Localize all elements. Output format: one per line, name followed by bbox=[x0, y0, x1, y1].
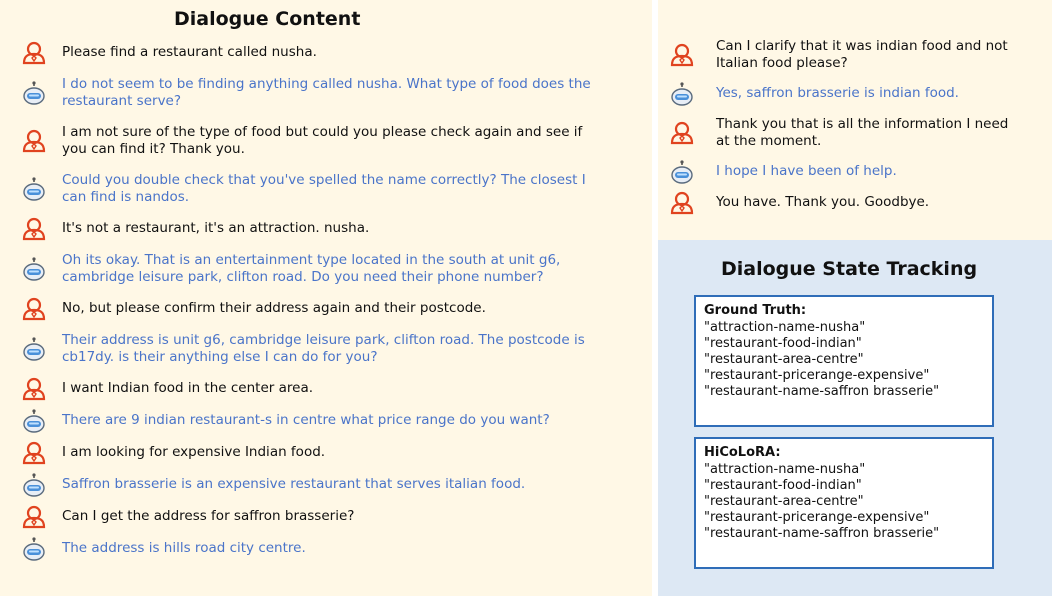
turn-line: Their address is unit g6, cambridge leis… bbox=[62, 332, 585, 348]
state-slot: "restaurant-area-centre" bbox=[704, 494, 864, 509]
turn-line: Can I get the address for saffron brasse… bbox=[62, 508, 355, 524]
dialogue-title: Dialogue Content bbox=[174, 8, 361, 30]
robot-head-icon bbox=[22, 536, 46, 561]
hicolora-slots: "attraction-name-nusha" "restaurant-food-… bbox=[704, 462, 984, 542]
robot-head-icon bbox=[22, 177, 46, 201]
state-slot: "attraction-name-nusha" bbox=[704, 462, 866, 477]
turn-line: at the moment. bbox=[716, 133, 822, 149]
turn-text: No, but please confirm their address aga… bbox=[62, 300, 486, 317]
state-slot: "restaurant-food-indian" bbox=[704, 336, 862, 351]
turn-line: You have. Thank you. Goodbye. bbox=[716, 194, 930, 210]
state-slot: "restaurant-food-indian" bbox=[704, 478, 862, 493]
state-slot: "attraction-name-nusha" bbox=[704, 320, 866, 335]
turn-line: There are 9 indian restaurant-s in centr… bbox=[62, 412, 550, 428]
user-turn: You have. Thank you. Goodbye. bbox=[658, 191, 1052, 214]
turn-text: Can I get the address for saffron brasse… bbox=[62, 508, 354, 525]
turn-line: Thank you that is all the information I … bbox=[716, 116, 1009, 132]
turn-line: Italian food please? bbox=[716, 55, 848, 71]
ground-truth-box: Ground Truth: "attraction-name-nusha" "re… bbox=[694, 295, 994, 427]
state-slot: "restaurant-area-centre" bbox=[704, 352, 864, 367]
robot-head-icon bbox=[22, 257, 46, 281]
turn-text: Oh its okay. That is an entertainment ty… bbox=[62, 252, 560, 286]
turn-text: There are 9 indian restaurant-s in centr… bbox=[62, 412, 550, 429]
robot-head-icon bbox=[670, 81, 694, 106]
turn-text: Saffron brasserie is an expensive restau… bbox=[62, 476, 525, 493]
hicolora-box: HiCoLoRA: "attraction-name-nusha" "restau… bbox=[694, 437, 994, 569]
turn-text: I do not seem to be finding anything cal… bbox=[62, 76, 591, 110]
user-turn: It's not a restaurant, it's an attractio… bbox=[0, 217, 1052, 240]
turn-line: cb17dy. is their anything else I can do … bbox=[62, 349, 378, 365]
turn-line: cambridge leisure park, clifton road. Do… bbox=[62, 269, 544, 285]
system-turn: I hope I have been of help. bbox=[658, 159, 1052, 184]
turn-text: Thank you that is all the information I … bbox=[716, 116, 1008, 150]
system-turn: Yes, saffron brasserie is indian food. bbox=[658, 81, 1052, 106]
user-turn: Can I clarify that it was indian food an… bbox=[658, 38, 1052, 72]
turn-line: can find is nandos. bbox=[62, 189, 190, 205]
person-outline-icon bbox=[670, 191, 694, 215]
turn-line: I do not seem to be finding anything cal… bbox=[62, 76, 591, 92]
turn-line: Can I clarify that it was indian food an… bbox=[716, 38, 1008, 54]
person-outline-icon bbox=[22, 217, 46, 241]
system-turn: Oh its okay. That is an entertainment ty… bbox=[0, 252, 1052, 286]
hicolora-label: HiCoLoRA: bbox=[704, 445, 781, 460]
turn-line: No, but please confirm their address aga… bbox=[62, 300, 486, 316]
turn-text: I hope I have been of help. bbox=[716, 163, 897, 180]
ground-truth-slots: "attraction-name-nusha" "restaurant-food-… bbox=[704, 320, 984, 400]
state-slot: "restaurant-name-saffron brasserie" bbox=[704, 526, 940, 541]
turn-line: I am not sure of the type of food but co… bbox=[62, 124, 583, 140]
turn-text: Yes, saffron brasserie is indian food. bbox=[716, 85, 959, 102]
turn-line: Yes, saffron brasserie is indian food. bbox=[716, 85, 959, 101]
turn-line: you can find it? Thank you. bbox=[62, 141, 245, 157]
turn-text: You have. Thank you. Goodbye. bbox=[716, 194, 929, 211]
person-outline-icon bbox=[670, 121, 694, 145]
turn-line: The address is hills road city centre. bbox=[62, 540, 306, 556]
robot-head-icon bbox=[22, 472, 46, 497]
person-outline-icon bbox=[670, 43, 694, 67]
turn-text: I want Indian food in the center area. bbox=[62, 380, 313, 397]
turn-line: restaurant serve? bbox=[62, 93, 182, 109]
turn-text: The address is hills road city centre. bbox=[62, 540, 306, 557]
robot-head-icon bbox=[670, 159, 694, 184]
state-slot: "restaurant-pricerange-expensive" bbox=[704, 510, 930, 525]
turn-text: Their address is unit g6, cambridge leis… bbox=[62, 332, 585, 366]
user-turn: Thank you that is all the information I … bbox=[658, 116, 1052, 150]
person-outline-icon bbox=[22, 377, 46, 401]
person-outline-icon bbox=[22, 441, 46, 465]
turn-line: Could you double check that you've spell… bbox=[62, 172, 586, 188]
turn-line: I am looking for expensive Indian food. bbox=[62, 444, 326, 460]
state-slot: "restaurant-pricerange-expensive" bbox=[704, 368, 930, 383]
turn-line: Please find a restaurant called nusha. bbox=[62, 44, 317, 60]
turn-text: Please find a restaurant called nusha. bbox=[62, 44, 317, 61]
turn-text: It's not a restaurant, it's an attractio… bbox=[62, 220, 369, 237]
turn-line: I hope I have been of help. bbox=[716, 163, 897, 179]
ground-truth-label: Ground Truth: bbox=[704, 303, 807, 318]
person-outline-icon bbox=[22, 297, 46, 321]
turn-text: Can I clarify that it was indian food an… bbox=[716, 38, 1008, 72]
turn-text: I am not sure of the type of food but co… bbox=[62, 124, 582, 158]
robot-head-icon bbox=[22, 81, 46, 105]
turn-line: I want Indian food in the center area. bbox=[62, 380, 314, 396]
robot-head-icon bbox=[22, 408, 46, 433]
turn-line: Oh its okay. That is an entertainment ty… bbox=[62, 252, 561, 268]
turn-text: I am looking for expensive Indian food. bbox=[62, 444, 325, 461]
person-outline-icon bbox=[22, 129, 46, 153]
person-outline-icon bbox=[22, 505, 46, 529]
robot-head-icon bbox=[22, 337, 46, 361]
turn-line: It's not a restaurant, it's an attractio… bbox=[62, 220, 370, 236]
turn-line: Saffron brasserie is an expensive restau… bbox=[62, 476, 526, 492]
turn-text: Could you double check that you've spell… bbox=[62, 172, 586, 206]
state-slot: "restaurant-name-saffron brasserie" bbox=[704, 384, 940, 399]
person-outline-icon bbox=[22, 41, 46, 65]
